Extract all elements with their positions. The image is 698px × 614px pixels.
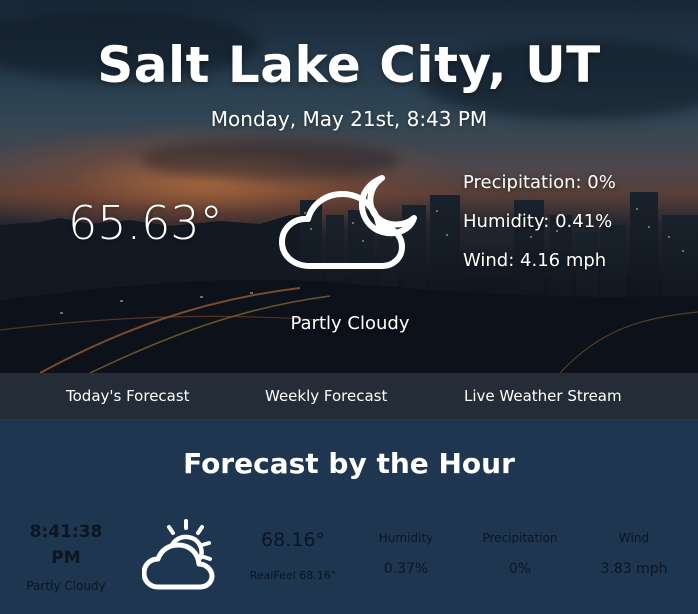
nav-live-weather-stream[interactable]: Live Weather Stream bbox=[464, 387, 622, 405]
forecast-nav: Today's Forecast Weekly Forecast Live We… bbox=[0, 373, 698, 419]
current-datetime: Monday, May 21st, 8:43 PM bbox=[210, 107, 488, 131]
nav-todays-forecast[interactable]: Today's Forecast bbox=[66, 387, 190, 405]
partly-cloudy-day-icon bbox=[142, 519, 215, 590]
city-title: Salt Lake City, UT bbox=[97, 36, 601, 94]
hour-wind-label: Wind bbox=[618, 531, 650, 545]
precipitation-stat: Precipitation: 0% bbox=[463, 172, 616, 193]
partly-cloudy-night-icon bbox=[279, 175, 417, 269]
hero-banner: Salt Lake City, UT Monday, May 21st, 8:4… bbox=[0, 0, 698, 373]
hour-humidity-value: 0.37% bbox=[383, 561, 429, 577]
hour-precipitation-label: Precipitation bbox=[482, 531, 558, 545]
hour-precipitation-value: 0% bbox=[508, 561, 532, 577]
hour-condition: Partly Cloudy bbox=[26, 579, 106, 593]
nav-weekly-forecast[interactable]: Weekly Forecast bbox=[265, 387, 387, 405]
hour-temperature: 68.16° bbox=[261, 529, 325, 551]
humidity-stat: Humidity: 0.41% bbox=[463, 211, 613, 232]
hour-wind-value: 3.83 mph bbox=[600, 561, 668, 577]
hourly-forecast-section: Forecast by the Hour 8:41:38 PM Partly C… bbox=[0, 419, 698, 614]
hour-time-ampm: PM bbox=[51, 548, 81, 568]
hour-time-clock: 8:41:38 bbox=[29, 522, 103, 542]
hour-humidity-label: Humidity bbox=[378, 531, 434, 545]
current-stats: Precipitation: 0% Humidity: 0.41% Wind: … bbox=[463, 172, 616, 289]
current-condition: Partly Cloudy bbox=[290, 313, 410, 334]
hour-realfeel: RealFeel 68.16° bbox=[249, 569, 337, 582]
wind-stat: Wind: 4.16 mph bbox=[463, 250, 607, 271]
current-temperature: 65.63° bbox=[68, 196, 223, 250]
hourly-title: Forecast by the Hour bbox=[183, 447, 515, 480]
hour-time: 8:41:38 PM bbox=[8, 519, 124, 571]
